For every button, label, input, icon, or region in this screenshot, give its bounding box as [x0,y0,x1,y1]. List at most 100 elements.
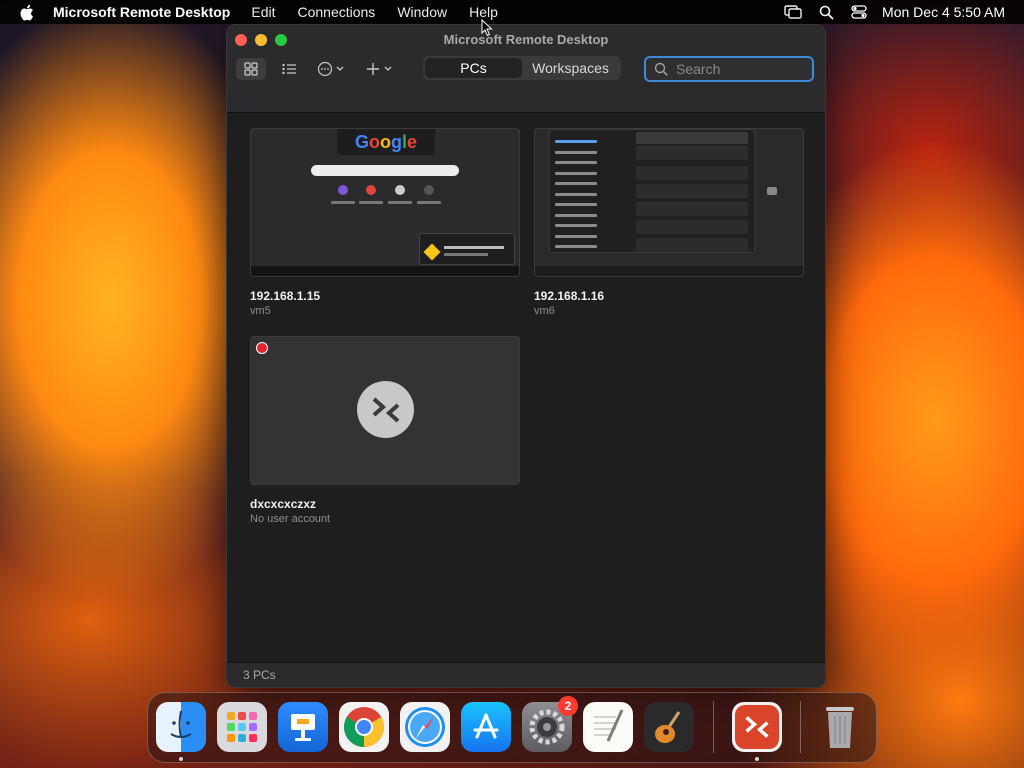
chrome-icon [344,707,384,747]
trash-icon [826,707,854,748]
google-logo-letter: e [407,131,418,152]
dock-separator [713,701,714,753]
settings-row [636,238,748,252]
google-logo-letter: o [379,131,391,152]
apple-icon[interactable] [19,4,36,21]
pc-card[interactable]: 192.168.1.16 vm6 [534,128,804,317]
menu-window[interactable]: Window [397,4,447,20]
notification-toast [419,233,515,265]
add-button[interactable] [364,58,396,80]
dock-keynote[interactable] [278,702,328,752]
settings-row [636,220,748,234]
toast-icon [423,243,441,261]
dock-chrome[interactable] [339,702,389,752]
settings-sidebar-item [555,172,597,175]
menu-help[interactable]: Help [469,4,498,20]
menu-edit[interactable]: Edit [251,4,275,20]
settings-sidebar-item [555,161,597,164]
dock: 2 [147,692,877,763]
app-store-icon [473,713,499,739]
dock-app-store[interactable] [461,702,511,752]
pc-grid: Google 192.168.1.15 vm5 192.168.1.16 vm6… [227,114,825,664]
google-logo-letter: G [354,131,369,152]
more-options-button[interactable] [316,58,348,80]
toast-text-line [444,246,504,249]
dock-separator [800,701,801,753]
menu-app-name[interactable]: Microsoft Remote Desktop [53,4,230,20]
google-logo-letter: g [390,131,402,152]
shortcut-label [359,201,383,204]
pc-card[interactable]: dxcxcxczxz No user account [250,336,520,525]
windows-taskbar [535,266,803,276]
remote-desktop-icon [735,705,779,749]
list-view-button[interactable] [276,58,302,80]
plus-icon [367,63,392,75]
dock-garageband[interactable] [644,702,694,752]
pc-thumbnail[interactable] [250,336,520,485]
settings-row [636,202,748,216]
mouse-cursor-icon [481,19,493,37]
settings-row [636,146,748,160]
google-logo-letter: o [368,131,380,152]
safari-icon [405,707,445,747]
pc-thumbnail[interactable] [534,128,804,277]
settings-header-row [636,132,748,144]
launchpad-icon [227,712,257,742]
view-segmented-control: PCs Workspaces [423,56,621,80]
notification-badge: 2 [558,696,578,716]
pc-thumbnail[interactable]: Google [250,128,520,277]
settings-sidebar-item [555,203,597,206]
toast-text-line [444,253,488,256]
pc-name: dxcxcxczxz [250,497,317,511]
pc-user: No user account [250,513,331,525]
shortcut-label [331,201,355,204]
settings-sidebar-item [555,193,597,196]
settings-sidebar-item [555,214,597,217]
shortcut-label [417,201,441,204]
offline-status-icon [256,342,268,354]
ellipsis-circle-icon [317,61,344,77]
search-field[interactable] [644,56,814,82]
remote-desktop-icon [357,381,414,438]
settings-sidebar-item [555,224,597,227]
keynote-icon [291,714,315,741]
pc-user: vm5 [250,305,271,317]
dock-system-settings[interactable]: 2 [522,696,578,752]
window-title: Microsoft Remote Desktop [443,32,609,47]
dock-finder[interactable] [156,702,206,752]
grid-view-button[interactable] [236,58,266,80]
dock-microsoft-remote-desktop[interactable] [732,702,782,752]
menu-bar: Microsoft Remote Desktop Edit Connection… [0,0,1024,24]
pc-name: 192.168.1.16 [534,289,605,303]
menu-clock[interactable]: Mon Dec 4 5:50 AM [882,4,1005,20]
control-center-icon[interactable] [849,4,869,20]
dock-trash[interactable] [815,702,865,752]
shortcut-label [388,201,412,204]
shortcut-icon [366,185,376,195]
dock-textedit[interactable] [583,702,633,752]
settings-sidebar-item [555,235,597,238]
search-input[interactable] [676,61,796,77]
pc-user: vm6 [534,305,555,317]
pc-card[interactable]: Google 192.168.1.15 vm5 [250,128,520,317]
running-indicator [179,757,183,761]
settings-sidebar-item [555,245,597,248]
grid-view-icon [244,62,258,76]
google-logo: Google [337,129,435,155]
settings-row [636,184,748,198]
pc-name: 192.168.1.15 [250,289,321,303]
menu-connections[interactable]: Connections [297,4,375,20]
tab-workspaces[interactable]: Workspaces [522,58,619,78]
settings-window-preview [549,129,755,253]
shortcut-icon [338,185,348,195]
settings-row [636,166,748,180]
finder-icon [170,710,192,738]
tab-pcs[interactable]: PCs [425,58,522,78]
settings-sidebar-item [555,140,597,143]
list-view-icon [281,63,296,75]
dock-launchpad[interactable] [217,702,267,752]
dock-safari[interactable] [400,702,450,752]
spotlight-search-icon[interactable] [816,4,836,20]
status-footer: 3 PCs [227,662,825,687]
screen-mirroring-icon[interactable] [783,4,803,20]
